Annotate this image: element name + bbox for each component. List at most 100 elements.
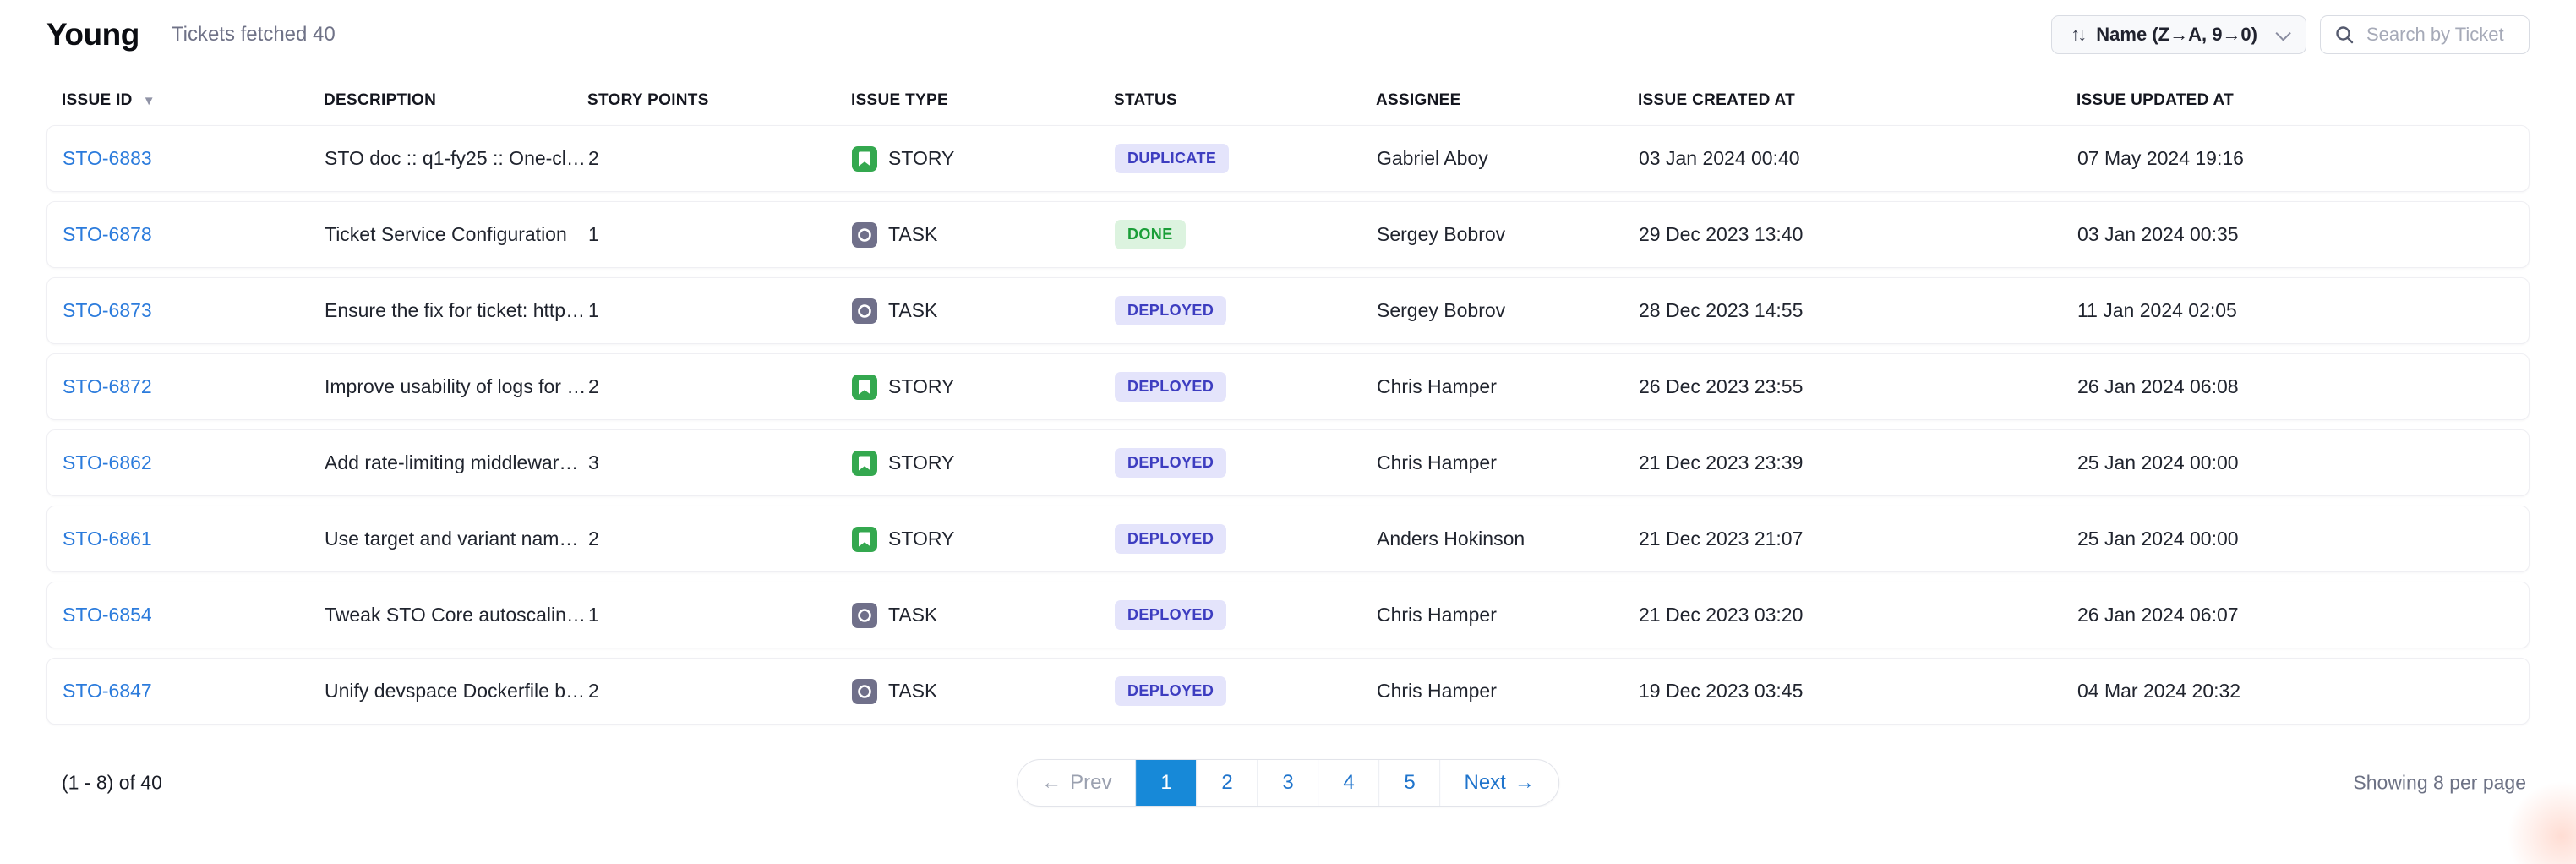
column-header-label: Story Points [587, 91, 709, 110]
created-at-cell: 26 Dec 2023 23:55 [1639, 375, 2077, 398]
column-header-issue-type[interactable]: Issue Type [851, 91, 1114, 110]
assignee-cell: Chris Hamper [1377, 451, 1639, 474]
status-badge: DEPLOYED [1115, 372, 1226, 402]
task-circle-icon [852, 298, 877, 324]
column-header-assignee[interactable]: Assignee [1376, 91, 1638, 110]
issue-type-label: STORY [888, 528, 954, 550]
column-header-label: Description [324, 91, 436, 110]
story-points-cell: 1 [588, 299, 852, 322]
task-circle-icon [852, 222, 877, 248]
issue-type-label: TASK [888, 604, 937, 626]
issue-type-label: TASK [888, 299, 937, 322]
column-header-status[interactable]: Status [1114, 91, 1376, 110]
column-header-label: Status [1114, 91, 1177, 110]
assignee-cell: Sergey Bobrov [1377, 223, 1639, 246]
column-header-label: Assignee [1376, 91, 1461, 110]
footer: (1 - 8) of 40 ← Prev 12345 Next → Showin… [46, 758, 2530, 807]
updated-at-cell: 26 Jan 2024 06:07 [2077, 604, 2513, 626]
table-row: STO-6862 Add rate-limiting middleware to… [46, 429, 2530, 496]
next-label: Next [1465, 771, 1506, 795]
pagination: ← Prev 12345 Next → [1017, 759, 1559, 807]
search-box[interactable] [2320, 15, 2530, 54]
issue-id-link[interactable]: STO-6883 [63, 147, 152, 169]
sort-desc-icon[interactable]: ▼ [143, 94, 156, 108]
table-row: STO-6872 Improve usability of logs for f… [46, 353, 2530, 420]
right-arrow-icon: → [1514, 771, 1535, 795]
description-cell: STO doc :: q1-fy25 :: One-click e... [325, 147, 588, 170]
description-cell: Unify devspace Dockerfile build [325, 680, 588, 703]
description-cell: Use target and variant name sear... [325, 528, 588, 550]
task-circle-icon [852, 679, 877, 704]
issue-id-link[interactable]: STO-6862 [63, 451, 152, 473]
issue-id-link[interactable]: STO-6854 [63, 604, 152, 626]
search-icon [2334, 25, 2355, 45]
column-header-issue-id[interactable]: Issue ID ▼ [62, 91, 324, 110]
page-number-4[interactable]: 4 [1318, 760, 1379, 806]
story-bookmark-icon [852, 146, 877, 172]
description-cell: Tweak STO Core autoscaling par... [325, 604, 588, 626]
tickets-fetched-count: Tickets fetched 40 [172, 23, 336, 46]
per-page-label: Showing 8 per page [2353, 772, 2526, 795]
column-header-label: Issue ID [62, 91, 133, 110]
issue-type-label: STORY [888, 375, 954, 398]
updated-at-cell: 26 Jan 2024 06:08 [2077, 375, 2513, 398]
story-points-cell: 1 [588, 604, 852, 626]
sort-dropdown-label: Name (Z→A, 9→0) [2096, 24, 2257, 46]
task-circle-icon [852, 603, 877, 628]
issue-id-link[interactable]: STO-6878 [63, 223, 152, 245]
created-at-cell: 28 Dec 2023 14:55 [1639, 299, 2077, 322]
assignee-cell: Gabriel Aboy [1377, 147, 1639, 170]
assignee-cell: Chris Hamper [1377, 375, 1639, 398]
issue-id-link[interactable]: STO-6873 [63, 299, 152, 321]
status-badge: DEPLOYED [1115, 448, 1226, 478]
table-header: Issue ID ▼ Description Story Points Issu… [46, 83, 2530, 118]
issue-type-label: STORY [888, 147, 954, 170]
table-body: STO-6883 STO doc :: q1-fy25 :: One-click… [46, 125, 2530, 725]
status-badge: DEPLOYED [1115, 524, 1226, 554]
issue-id-link[interactable]: STO-6861 [63, 528, 152, 550]
assignee-cell: Sergey Bobrov [1377, 299, 1639, 322]
description-cell: Ticket Service Configuration [325, 223, 588, 246]
issue-id-link[interactable]: STO-6872 [63, 375, 152, 397]
table-row: STO-6854 Tweak STO Core autoscaling par.… [46, 582, 2530, 648]
status-badge: DUPLICATE [1115, 144, 1229, 173]
story-points-cell: 2 [588, 375, 852, 398]
table-row: STO-6883 STO doc :: q1-fy25 :: One-click… [46, 125, 2530, 192]
status-badge: DEPLOYED [1115, 600, 1226, 630]
created-at-cell: 21 Dec 2023 21:07 [1639, 528, 2077, 550]
sort-dropdown[interactable]: ↑↓ Name (Z→A, 9→0) [2051, 15, 2306, 54]
assignee-cell: Chris Hamper [1377, 604, 1639, 626]
column-header-issue-updated-at[interactable]: Issue Updated At [2077, 91, 2514, 110]
column-header-label: Issue Type [851, 91, 948, 110]
story-bookmark-icon [852, 451, 877, 476]
issue-type-label: TASK [888, 680, 937, 703]
result-range-label: (1 - 8) of 40 [62, 772, 162, 795]
created-at-cell: 03 Jan 2024 00:40 [1639, 147, 2077, 170]
search-input[interactable] [2366, 24, 2515, 46]
prev-page-button[interactable]: ← Prev [1018, 760, 1135, 806]
story-points-cell: 3 [588, 451, 852, 474]
column-header-issue-created-at[interactable]: Issue Created At [1638, 91, 2077, 110]
page-number-2[interactable]: 2 [1197, 760, 1258, 806]
left-arrow-icon: ← [1041, 771, 1062, 795]
story-points-cell: 1 [588, 223, 852, 246]
assignee-cell: Anders Hokinson [1377, 528, 1639, 550]
updated-at-cell: 03 Jan 2024 00:35 [2077, 223, 2513, 246]
updated-at-cell: 25 Jan 2024 00:00 [2077, 528, 2513, 550]
column-header-story-points[interactable]: Story Points [587, 91, 851, 110]
table-row: STO-6861 Use target and variant name sea… [46, 506, 2530, 572]
updated-at-cell: 11 Jan 2024 02:05 [2077, 299, 2513, 322]
chevron-down-icon [2275, 25, 2290, 41]
next-page-button[interactable]: Next → [1440, 760, 1558, 806]
page-number-5[interactable]: 5 [1379, 760, 1440, 806]
page-number-3[interactable]: 3 [1258, 760, 1318, 806]
issue-id-link[interactable]: STO-6847 [63, 680, 152, 702]
updated-at-cell: 07 May 2024 19:16 [2077, 147, 2513, 170]
table-row: STO-6847 Unify devspace Dockerfile build… [46, 658, 2530, 725]
column-header-description[interactable]: Description [324, 91, 587, 110]
description-cell: Add rate-limiting middleware to S... [325, 451, 588, 474]
page-number-1[interactable]: 1 [1136, 760, 1197, 806]
updated-at-cell: 25 Jan 2024 00:00 [2077, 451, 2513, 474]
story-points-cell: 2 [588, 147, 852, 170]
issue-type-label: STORY [888, 451, 954, 474]
